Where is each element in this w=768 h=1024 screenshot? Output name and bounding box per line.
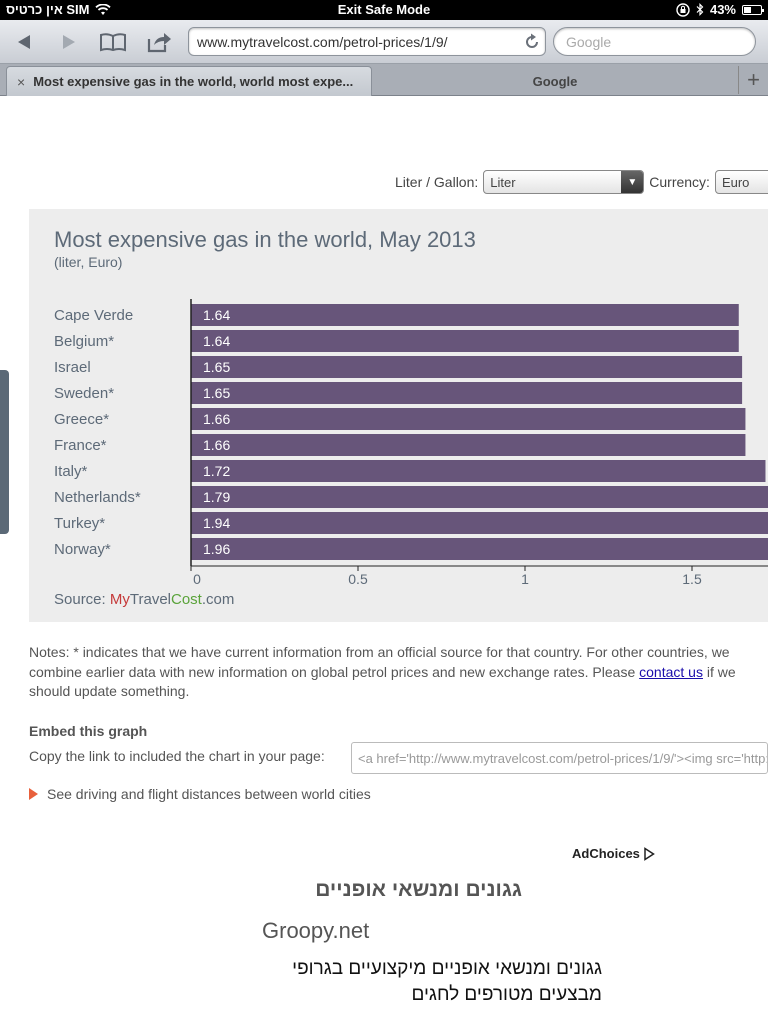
category-label: Belgium* bbox=[54, 333, 114, 350]
category-label: Greece* bbox=[54, 411, 109, 428]
url-field[interactable]: www.mytravelcost.com/petrol-prices/1/9/ bbox=[188, 27, 546, 56]
category-label: France* bbox=[54, 437, 107, 454]
battery-icon bbox=[742, 4, 764, 15]
bar-value-label: 1.96 bbox=[203, 541, 230, 557]
unit-select-value: Liter bbox=[490, 174, 516, 190]
source-suffix: .com bbox=[201, 591, 235, 608]
unit-select[interactable]: Liter ▼ bbox=[483, 170, 645, 194]
share-button[interactable] bbox=[146, 28, 174, 56]
bar-value-label: 1.64 bbox=[203, 333, 230, 349]
bluetooth-icon bbox=[696, 3, 704, 16]
forward-button[interactable] bbox=[55, 28, 83, 56]
ad-domain[interactable]: Groopy.net bbox=[262, 918, 369, 944]
driving-distances-link[interactable]: See driving and flight distances between… bbox=[29, 786, 371, 802]
close-tab-icon[interactable]: × bbox=[17, 74, 25, 90]
forward-arrow-icon bbox=[63, 35, 75, 49]
tab-bar: × Most expensive gas in the world, world… bbox=[0, 64, 768, 96]
exit-safe-mode-button[interactable]: Exit Safe Mode bbox=[0, 2, 768, 17]
unit-label: Liter / Gallon: bbox=[395, 174, 479, 190]
book-icon bbox=[100, 33, 126, 52]
category-label: Italy* bbox=[54, 463, 88, 480]
category-label: Norway* bbox=[54, 541, 111, 558]
chart-bar bbox=[191, 538, 768, 560]
chart-bar bbox=[191, 382, 743, 404]
x-tick-label: 0.5 bbox=[348, 571, 368, 587]
currency-select-value: Euro bbox=[721, 174, 750, 190]
embed-code-field[interactable]: <a href='http://www.mytravelcost.com/pet… bbox=[351, 742, 768, 774]
x-tick-label: 0 bbox=[193, 571, 201, 587]
chart-source: Source: MyTravelCost.com bbox=[54, 591, 234, 608]
contact-us-link[interactable]: contact us bbox=[639, 664, 703, 680]
safari-window: אין כרטיס SIM Exit Safe Mode 43% www.myt… bbox=[0, 0, 768, 1024]
bar-value-label: 1.66 bbox=[203, 411, 230, 427]
bar-value-label: 1.64 bbox=[203, 307, 230, 323]
bookmarks-button[interactable] bbox=[99, 28, 127, 56]
adchoices-link[interactable]: AdChoices bbox=[572, 846, 655, 861]
source-travel: Travel bbox=[129, 591, 171, 608]
status-bar: אין כרטיס SIM Exit Safe Mode 43% bbox=[0, 0, 768, 20]
tab-title: Google bbox=[532, 73, 578, 89]
battery-percent: 43% bbox=[709, 2, 736, 17]
ad-headline[interactable]: גגונים ומנשאי אופניים bbox=[262, 878, 522, 902]
source-my: My bbox=[109, 591, 130, 608]
chart-bar bbox=[191, 434, 746, 456]
notes-part1: Notes: * indicates that we have current … bbox=[29, 644, 730, 680]
chart-bar bbox=[191, 330, 739, 352]
currency-label: Currency: bbox=[649, 174, 710, 190]
adchoices-icon bbox=[644, 846, 655, 861]
ad-body[interactable]: גגונים ומנשאי אופניים מיקצועיים בגרופי מ… bbox=[262, 956, 602, 1008]
back-button[interactable] bbox=[10, 28, 38, 56]
bar-value-label: 1.65 bbox=[203, 385, 230, 401]
category-label: Netherlands* bbox=[54, 489, 141, 506]
adchoices-label: AdChoices bbox=[572, 846, 640, 861]
orientation-lock-icon bbox=[676, 2, 690, 17]
currency-select[interactable]: Euro bbox=[714, 170, 768, 194]
chart-panel: Cape Verde 1.64 Belgium* 1.64 Israel 1.65 Swed… bbox=[29, 209, 768, 622]
chart-bar bbox=[191, 304, 739, 326]
chart-bar bbox=[191, 512, 768, 534]
embed-label: Copy the link to included the chart in y… bbox=[29, 748, 325, 764]
bar-value-label: 1.79 bbox=[203, 489, 230, 505]
chart-subtitle: (liter, Euro) bbox=[54, 254, 123, 270]
bar-chart: Cape Verde 1.64 Belgium* 1.64 Israel 1.65 Swed… bbox=[54, 299, 768, 587]
browser-toolbar: www.mytravelcost.com/petrol-prices/1/9/ … bbox=[0, 20, 768, 64]
reload-icon[interactable] bbox=[522, 32, 542, 52]
source-cost: Cost bbox=[171, 591, 202, 608]
source-prefix: Source: bbox=[54, 591, 110, 608]
x-tick-label: 1.5 bbox=[682, 571, 702, 587]
category-label: Israel bbox=[54, 359, 91, 376]
category-label: Cape Verde bbox=[54, 307, 133, 324]
tab-mytravelcost[interactable]: × Most expensive gas in the world, world… bbox=[6, 66, 372, 96]
bar-value-label: 1.94 bbox=[203, 515, 230, 531]
embed-title: Embed this graph bbox=[29, 723, 148, 739]
back-arrow-icon bbox=[18, 35, 30, 49]
play-triangle-icon bbox=[29, 788, 38, 800]
category-label: Turkey* bbox=[54, 515, 105, 532]
chevron-down-icon: ▼ bbox=[621, 171, 644, 193]
search-field[interactable]: Google bbox=[553, 27, 756, 56]
feedback-tab[interactable] bbox=[0, 370, 9, 534]
notes-text: Notes: * indicates that we have current … bbox=[29, 643, 768, 702]
bar-value-label: 1.65 bbox=[203, 359, 230, 375]
driving-link-text: See driving and flight distances between… bbox=[47, 786, 371, 802]
chart-bar bbox=[191, 486, 768, 508]
bar-value-label: 1.66 bbox=[203, 437, 230, 453]
category-label: Sweden* bbox=[54, 385, 114, 402]
tab-title: Most expensive gas in the world, world m… bbox=[33, 74, 354, 89]
new-tab-button[interactable]: + bbox=[738, 66, 768, 94]
tab-google[interactable]: Google bbox=[374, 66, 736, 96]
chart-bar bbox=[191, 460, 766, 482]
share-icon bbox=[147, 33, 171, 53]
chart-bar bbox=[191, 356, 743, 378]
bar-value-label: 1.72 bbox=[203, 463, 230, 479]
x-tick-label: 1 bbox=[521, 571, 529, 587]
chart-bar bbox=[191, 408, 746, 430]
chart-title: Most expensive gas in the world, May 201… bbox=[54, 227, 476, 252]
unit-currency-selectors: Liter / Gallon: Liter ▼ Currency: Euro bbox=[395, 170, 768, 194]
